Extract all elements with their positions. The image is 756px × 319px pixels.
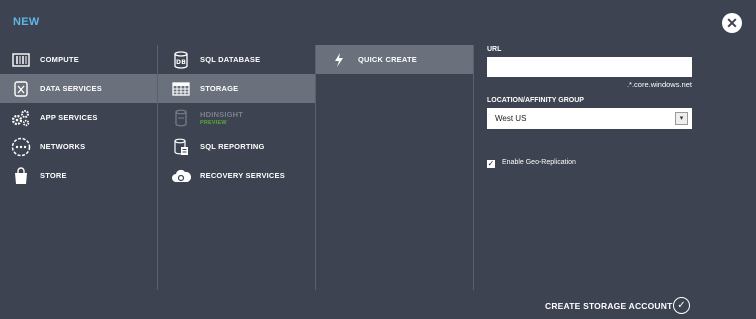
service-storage[interactable]: STORAGE (158, 74, 315, 103)
url-suffix: .*.core.windows.net (626, 80, 692, 89)
close-icon: ✕ (726, 15, 738, 31)
option-label: QUICK CREATE (358, 55, 417, 64)
category-networks[interactable]: NETWORKS (0, 132, 157, 161)
database-icon: DB (170, 50, 192, 70)
compute-icon (10, 50, 32, 70)
location-label: LOCATION/AFFINITY GROUP (487, 97, 584, 104)
geo-replication-checkbox[interactable]: ✓ (487, 160, 495, 168)
url-label: URL (487, 46, 502, 53)
category-list: COMPUTE DATA SERVICES APP SERVICES NETWO… (0, 45, 157, 290)
category-label: APP SERVICES (40, 113, 98, 122)
service-label: SQL REPORTING (200, 142, 265, 151)
location-select[interactable]: West US ▾ (487, 108, 692, 129)
location-value: West US (495, 114, 527, 123)
cloud-icon (170, 166, 192, 186)
service-label: RECOVERY SERVICES (200, 171, 285, 180)
option-quick-create[interactable]: QUICK CREATE (316, 45, 473, 74)
geo-replication-label: Enable Geo-Replication (502, 159, 576, 166)
create-options-list: QUICK CREATE (315, 45, 473, 290)
checkmark-icon: ✓ (677, 300, 686, 311)
url-input[interactable] (487, 57, 692, 77)
service-recovery-services[interactable]: RECOVERY SERVICES (158, 161, 315, 190)
service-sql-database[interactable]: DB SQL DATABASE (158, 45, 315, 74)
category-label: DATA SERVICES (40, 84, 102, 93)
create-storage-account-label[interactable]: CREATE STORAGE ACCOUNT (545, 301, 673, 311)
gears-icon (10, 108, 32, 128)
page-title: NEW (13, 16, 40, 28)
network-icon (10, 137, 32, 157)
category-app-services[interactable]: APP SERVICES (0, 103, 157, 132)
category-data-services[interactable]: DATA SERVICES (0, 74, 157, 103)
data-services-list: DB SQL DATABASE STORAGE HDINSIGHT PREVIE… (157, 45, 315, 290)
report-icon (170, 137, 192, 157)
service-hdinsight: HDINSIGHT PREVIEW (158, 103, 315, 132)
create-storage-account-button[interactable]: ✓ (673, 297, 690, 314)
shopping-bag-icon (10, 166, 32, 186)
preview-badge: PREVIEW (200, 119, 227, 126)
data-services-icon (10, 79, 32, 99)
svg-text:DB: DB (176, 59, 186, 66)
hdinsight-icon (170, 108, 192, 128)
category-label: COMPUTE (40, 55, 79, 64)
close-button[interactable]: ✕ (722, 13, 742, 33)
category-label: NETWORKS (40, 142, 86, 151)
lightning-icon (328, 50, 350, 70)
chevron-down-icon: ▾ (675, 112, 688, 125)
storage-grid-icon (170, 79, 192, 99)
category-compute[interactable]: COMPUTE (0, 45, 157, 74)
service-label: STORAGE (200, 84, 239, 93)
service-label: HDINSIGHT (200, 109, 244, 119)
category-store[interactable]: STORE (0, 161, 157, 190)
category-label: STORE (40, 171, 67, 180)
service-sql-reporting[interactable]: SQL REPORTING (158, 132, 315, 161)
service-label: SQL DATABASE (200, 55, 261, 64)
